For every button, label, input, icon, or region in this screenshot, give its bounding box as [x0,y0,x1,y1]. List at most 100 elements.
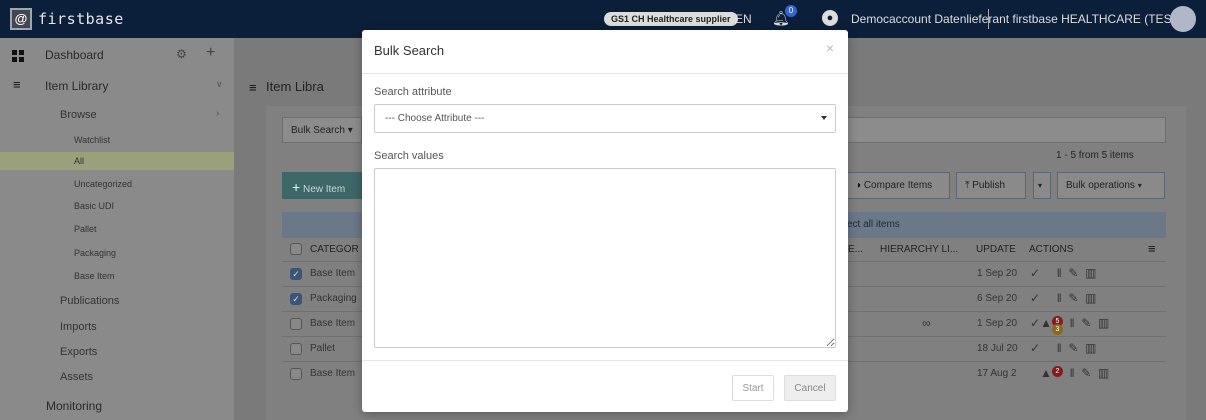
column-header-category[interactable]: CATEGOR [310,244,359,255]
check-icon[interactable]: ✓ [1030,341,1040,355]
pencil-icon[interactable]: ✎ [1068,341,1078,355]
sidebar-item-dashboard[interactable]: Dashboard ⚙ + [0,44,234,65]
compare-items-button[interactable]: ◑ Compare Items [846,172,950,199]
search-attribute-label: Search attribute [374,86,452,98]
search-attribute-select[interactable]: --- Choose Attribute --- [374,104,836,133]
sidebar-item-label: Browse [60,109,97,121]
pencil-icon[interactable]: ✎ [1081,366,1091,380]
sidebar-item-item-library[interactable]: ≡ Item Library ∨ [0,77,234,96]
search-attribute-value: --- Choose Attribute --- [385,113,485,124]
cancel-button[interactable]: Cancel [784,375,836,401]
sidebar-item-pallet[interactable]: Pallet [0,221,234,237]
column-menu-icon[interactable]: ≡ [1148,241,1156,256]
library-icon[interactable]: ‖ [1057,291,1062,305]
row-actions: ✓▲ 53 ‖ ✎ ▥ [1030,316,1109,335]
row-actions: ✓ ‖ ✎ ▥ [1030,266,1096,280]
new-item-button[interactable]: + New Item [282,172,362,199]
start-button[interactable]: Start [732,375,774,401]
check-icon[interactable]: ✓ [1030,316,1040,330]
row-category: Packaging [310,293,357,304]
caret-down-icon: ▾ [1038,181,1043,190]
warning-count-badge: 2 [1051,366,1063,377]
sidebar-item-watchlist[interactable]: Watchlist [0,132,234,148]
sidebar-item-monitoring[interactable]: Monitoring [0,397,234,415]
sidebar-item-all[interactable]: All [0,152,234,170]
publish-dropdown-toggle[interactable]: ▾ [1033,172,1051,199]
search-input[interactable] [846,117,1166,143]
language-selector[interactable]: EN [735,12,752,26]
trash-icon[interactable]: ▥ [1098,366,1109,380]
row-checkbox[interactable] [290,343,302,355]
chevron-down-icon[interactable]: ∨ [216,79,223,90]
row-category: Base Item [310,268,356,279]
row-category: Base Item [310,368,356,379]
caret-down-icon: ▾ [1137,181,1142,190]
row-update-date: 6 Sep 20 [977,293,1018,304]
row-update-date: 1 Sep 20 [977,318,1018,329]
publish-label: Publish [972,180,1006,191]
select-all-label: ect all items [847,219,900,230]
warning-icon[interactable]: ▲ [1040,316,1052,330]
app-logo[interactable]: @ firstbase [10,8,124,30]
row-checkbox[interactable]: ✓ [290,293,302,305]
avatar[interactable] [1170,6,1196,32]
sidebar-item-label: Watchlist [74,135,111,145]
sidebar-item-uncategorized[interactable]: Uncategorized [0,176,234,192]
library-icon[interactable]: ‖ [1070,316,1075,330]
bulk-operations-button[interactable]: Bulk operations ▾ [1057,172,1165,199]
column-header-e[interactable]: E... [848,244,863,255]
link-icon[interactable]: ∞ [922,316,931,330]
row-actions: ▲ 2 ‖ ✎ ▥ [1030,366,1109,380]
pencil-icon[interactable]: ✎ [1068,266,1078,280]
trash-icon[interactable]: ▥ [1098,316,1109,330]
pencil-icon[interactable]: ✎ [1081,316,1091,330]
close-icon[interactable]: × [826,40,834,56]
compare-icon: ◑ [855,180,862,191]
trash-icon[interactable]: ▥ [1085,341,1096,355]
search-values-textarea[interactable] [374,168,836,348]
sidebar-item-exports[interactable]: Exports [0,345,234,361]
sidebar-item-basic-udi[interactable]: Basic UDI [0,198,234,214]
row-checkbox[interactable]: ✓ [290,268,302,280]
globe-icon[interactable]: ● [822,10,838,26]
topbar-divider [988,9,989,29]
library-icon[interactable]: ‖ [1057,341,1062,355]
page-title: Item Libra [266,79,324,94]
list-icon: ≡ [249,80,257,95]
check-icon[interactable]: ✓ [1030,291,1040,305]
plus-icon: + [292,179,301,195]
bulk-search-dropdown[interactable]: Bulk Search ▾ [282,117,362,143]
column-header-hierarchy[interactable]: HIERARCHY LI... [880,244,958,255]
trash-icon[interactable]: ▥ [1085,266,1096,280]
row-checkbox[interactable] [290,318,302,330]
library-icon[interactable]: ‖ [1070,366,1075,380]
column-header-update[interactable]: UPDATE [976,244,1016,255]
check-icon[interactable]: ✓ [1030,266,1040,280]
sidebar-item-label: Imports [60,321,97,333]
sidebar-item-publications[interactable]: Publications [0,294,234,310]
bulk-operations-label: Bulk operations [1066,180,1135,191]
sidebar-item-label: Uncategorized [74,179,133,189]
trash-icon[interactable]: ▥ [1085,291,1096,305]
sidebar-item-label: Dashboard [45,48,104,62]
supplier-badge[interactable]: GS1 CH Healthcare supplier [604,12,738,26]
pencil-icon[interactable]: ✎ [1068,291,1078,305]
library-icon[interactable]: ‖ [1057,266,1062,280]
sidebar-item-browse[interactable]: Browse › [0,108,234,124]
compare-items-label: Compare Items [863,180,933,191]
grid-icon [12,50,24,62]
sidebar-item-imports[interactable]: Imports [0,320,234,336]
sidebar-item-base-item[interactable]: Base Item [0,268,234,284]
account-name[interactable]: Democaccount Datenlieferant firstbase HE… [851,12,1183,26]
sidebar-item-assets[interactable]: Assets [0,370,234,386]
sidebar-item-packaging[interactable]: Packaging [0,245,234,261]
row-checkbox[interactable] [290,368,302,380]
select-all-checkbox[interactable] [290,243,302,255]
gear-icon[interactable]: ⚙ [176,47,187,61]
bulk-search-modal: Bulk Search × Search attribute --- Choos… [362,30,848,412]
plus-icon[interactable]: + [206,44,215,62]
logo-icon: @ [10,8,32,30]
sidebar-item-label: Exports [60,346,98,358]
publish-button[interactable]: ⤒ Publish [956,172,1026,199]
warning-icon[interactable]: ▲ [1040,366,1052,380]
